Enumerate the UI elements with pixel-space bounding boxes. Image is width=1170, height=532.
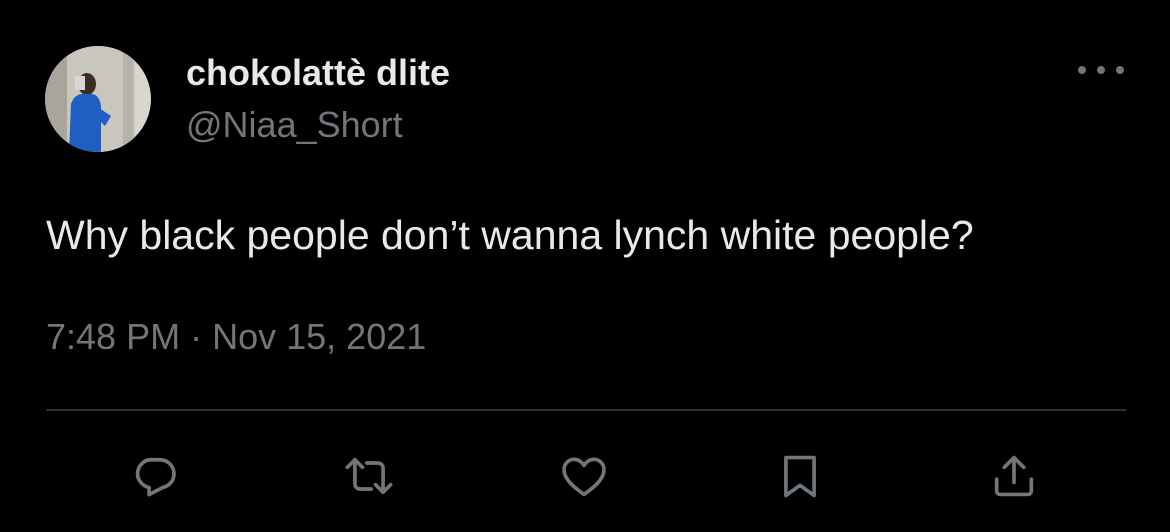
tweet-date[interactable]: Nov 15, 2021 <box>212 316 426 357</box>
like-button[interactable] <box>554 446 614 506</box>
share-icon <box>994 455 1034 497</box>
share-button[interactable] <box>984 446 1044 506</box>
more-dot <box>1116 66 1124 74</box>
bookmark-icon <box>784 455 816 498</box>
user-handle[interactable]: @Niaa_Short <box>186 104 403 146</box>
more-options-icon[interactable] <box>1078 58 1124 82</box>
retweet-icon <box>345 457 393 495</box>
avatar[interactable] <box>45 46 151 152</box>
more-dot <box>1078 66 1086 74</box>
tweet-meta: 7:48 PM · Nov 15, 2021 <box>46 316 426 358</box>
divider <box>46 409 1126 411</box>
bookmark-button[interactable] <box>770 446 830 506</box>
retweet-button[interactable] <box>339 446 399 506</box>
reply-button[interactable] <box>126 446 186 506</box>
heart-icon <box>562 457 606 497</box>
tweet-text: Why black people don’t wanna lynch white… <box>46 212 974 258</box>
display-name[interactable]: chokolattè dlite <box>186 52 450 94</box>
more-dot <box>1097 66 1105 74</box>
tweet-time[interactable]: 7:48 PM <box>46 316 180 357</box>
reply-icon <box>135 457 176 497</box>
meta-separator: · <box>190 316 203 357</box>
profile-photo-icon <box>45 46 151 152</box>
